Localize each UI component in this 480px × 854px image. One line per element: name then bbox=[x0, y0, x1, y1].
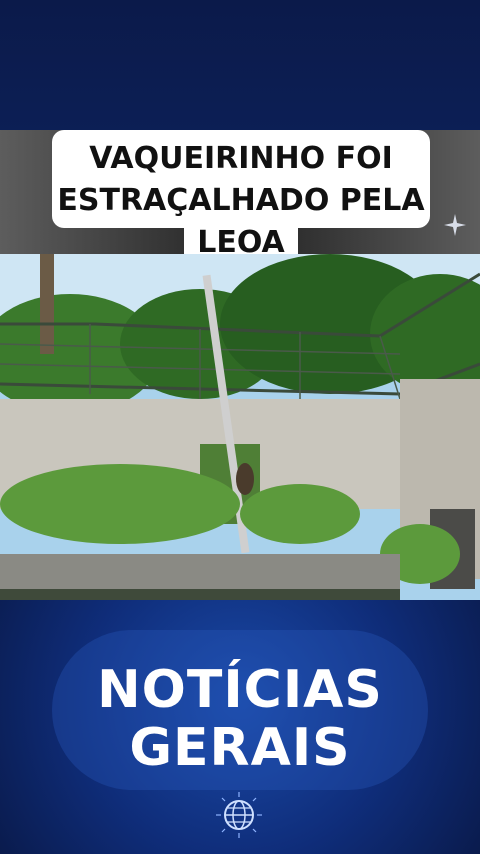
headline-line-1: VAQUEIRINHO FOI bbox=[89, 141, 393, 176]
headline-line-2: ESTRAÇALHADO PELA bbox=[57, 183, 425, 218]
headline: VAQUEIRINHO FOI ESTRAÇALHADO PELA LEOA bbox=[52, 138, 430, 264]
globe-icon bbox=[216, 792, 262, 838]
brand-title-line-2: GERAIS bbox=[129, 718, 351, 778]
sparkle-icon bbox=[444, 214, 466, 236]
news-photo bbox=[0, 254, 480, 600]
brand-title-line-1: NOTÍCIAS bbox=[97, 660, 383, 720]
